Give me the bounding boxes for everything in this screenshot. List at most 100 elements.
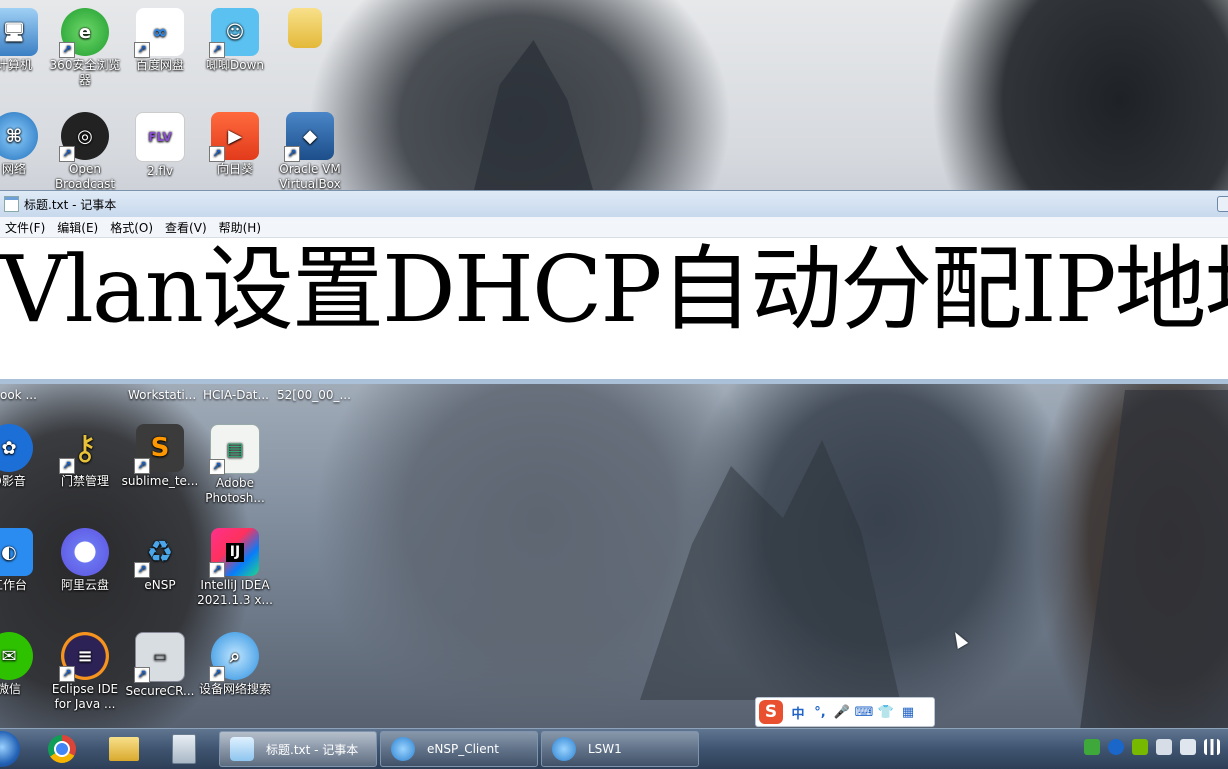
tray-app-icon[interactable] <box>1084 739 1100 755</box>
desktop-icon-folder[interactable] <box>266 8 344 50</box>
computer-icon: 🖥 <box>0 8 38 56</box>
chrome-icon[interactable] <box>42 733 82 765</box>
skin-icon[interactable]: 👕 <box>875 705 897 720</box>
desktop-icon-baidu-netdisk[interactable]: ∞ ↗ 百度网盘 <box>121 8 199 73</box>
desktop-icon-device-search[interactable]: ⌕ ↗ 设备网络搜索 <box>196 632 274 697</box>
desktop-icon-label[interactable]: 52[00_00_... <box>277 388 351 402</box>
desktop-icon-label: 微信 <box>0 682 21 696</box>
device-search-icon: ⌕ ↗ <box>209 632 259 682</box>
jijidown-icon: ☺ ↗ <box>209 8 259 58</box>
desktop-icon-label: 2.flv <box>146 164 174 178</box>
sublime-icon: S ↗ <box>134 424 184 474</box>
desktop-icon-label: Eclipse IDE for Java ... <box>51 682 119 711</box>
taskbar-window-label: 标题.txt - 记事本 <box>266 742 359 757</box>
desktop-icon-sunlogin[interactable]: ▶ ↗ 向日葵 <box>196 112 274 177</box>
desktop-icon-label: IntelliJ IDEA 2021.1.3 x... <box>197 578 273 607</box>
network-icon: ⌘ <box>0 112 38 160</box>
desktop-icon-label: Oracle VM VirtualBox <box>279 162 341 190</box>
desktop-icon-obs[interactable]: ◎ ↗ Open Broadcast <box>46 112 124 190</box>
desktop-icon-label[interactable]: HCIA-Dat... <box>203 388 269 402</box>
wechat-icon: ✉ <box>0 632 33 680</box>
desktop-icon-label: 百度网盘 <box>135 58 184 72</box>
taskbar-window-lsw1[interactable]: LSW1 <box>541 731 699 767</box>
ime-toolbar[interactable]: S 中 °, 🎤 ⌨ 👕 ▦ <box>755 697 935 727</box>
qq-video-icon: ✿ <box>0 424 33 472</box>
securecrt-icon: ▭ ↗ <box>134 632 185 683</box>
desktop-icon-securecrt[interactable]: ▭ ↗ SecureCR... <box>121 632 199 699</box>
intellij-icon: IJ ↗ <box>209 528 259 578</box>
taskbar-window-ensp-client[interactable]: eNSP_Client <box>380 731 538 767</box>
sogou-logo-icon[interactable]: S <box>759 700 783 724</box>
desktop-icon-label: 唧唧Down <box>205 58 264 72</box>
desktop-icon-label: Open Broadcast <box>54 162 116 190</box>
start-button[interactable] <box>0 731 20 767</box>
taskbar-window-label: eNSP_Client <box>427 742 499 756</box>
photoshop-icon: ▤ ↗ <box>209 424 260 475</box>
menu-file[interactable]: 文件(F) <box>0 219 52 236</box>
desktop-icon-label: SecureCR... <box>125 684 195 698</box>
taskbar-window-label: LSW1 <box>588 742 622 756</box>
network-signal-icon[interactable] <box>1204 739 1220 755</box>
window-titlebar[interactable]: 标题.txt - 记事本 <box>0 191 1228 217</box>
baidu-netdisk-icon: ∞ ↗ <box>134 8 184 58</box>
desktop-icon-photoshop[interactable]: ▤ ↗ Adobe Photosh... <box>196 424 274 506</box>
usb-icon[interactable] <box>1180 739 1196 755</box>
desktop-icon-label: 工作台 <box>0 578 27 592</box>
desktop-icon-door-access[interactable]: ⚷ ↗ 门禁管理 <box>46 424 124 489</box>
desktop-icon-label[interactable]: ook ... <box>0 388 37 402</box>
menu-view[interactable]: 查看(V) <box>160 219 214 236</box>
bluetooth-icon[interactable] <box>1108 739 1124 755</box>
desktop-icon-eclipse[interactable]: ≡ ↗ Eclipse IDE for Java ... <box>46 632 124 720</box>
explorer-icon[interactable] <box>104 733 144 765</box>
taskbar-window-notepad[interactable]: 标题.txt - 记事本 <box>219 731 377 767</box>
desktop-icon-sublime[interactable]: S ↗ sublime_te... <box>121 424 199 489</box>
desktop-icon-360-browser[interactable]: e ↗ 360安全浏览器 <box>46 8 124 88</box>
desktop-icon-wechat[interactable]: ✉ 微信 <box>0 632 48 697</box>
desktop-icon-qq-video[interactable]: ✿ Q影音 <box>0 424 48 489</box>
desktop-icon-label: sublime_te... <box>121 474 199 488</box>
virtualbox-icon: ◆ ↗ <box>284 112 334 162</box>
taskbar: 标题.txt - 记事本 eNSP_Client LSW1 <box>0 728 1228 769</box>
desktop-icon-label: eNSP <box>144 578 176 592</box>
mountain-peak <box>640 440 900 700</box>
nvidia-icon[interactable] <box>1132 739 1148 755</box>
browser-360-icon: e ↗ <box>59 8 109 58</box>
minimize-button[interactable] <box>1217 196 1228 212</box>
desktop-icon-jijidown[interactable]: ☺ ↗ 唧唧Down <box>196 8 274 73</box>
toolbox-icon[interactable]: ▦ <box>897 705 919 720</box>
desktop-icon-intellij[interactable]: IJ ↗ IntelliJ IDEA 2021.1.3 x... <box>196 528 274 608</box>
sunlogin-icon: ▶ ↗ <box>209 112 259 162</box>
window-title: 标题.txt - 记事本 <box>24 197 117 212</box>
desktop-icon-flv[interactable]: FLV 2.flv <box>121 112 199 179</box>
menu-help[interactable]: 帮助(H) <box>214 219 268 236</box>
eclipse-icon: ≡ ↗ <box>59 632 109 682</box>
desktop-icon-workbench[interactable]: ◐ 工作台 <box>0 528 48 593</box>
keyboard-icon[interactable]: ⌨ <box>853 705 875 720</box>
menu-bar: 文件(F) 编辑(E) 格式(O) 查看(V) 帮助(H) <box>0 217 1228 238</box>
ensp-icon: ♻ ↗ <box>134 528 184 578</box>
aliyun-drive-icon <box>61 528 109 576</box>
desktop-icon-label: 门禁管理 <box>60 474 109 488</box>
editor-content: Vlan设置DHCP自动分配IP地址 <box>0 238 1228 343</box>
device-icon[interactable] <box>1156 739 1172 755</box>
desktop-icon-label: 向日葵 <box>216 162 253 176</box>
flv-file-icon: FLV <box>135 112 185 162</box>
desktop-icon-ensp[interactable]: ♻ ↗ eNSP <box>121 528 199 593</box>
text-editor-area[interactable]: Vlan设置DHCP自动分配IP地址 <box>0 238 1228 378</box>
microphone-icon[interactable]: 🎤 <box>831 705 853 720</box>
ime-punctuation-icon[interactable]: °, <box>809 705 831 720</box>
menu-format[interactable]: 格式(O) <box>105 219 160 236</box>
desktop-icon-label: 阿里云盘 <box>60 578 109 592</box>
desktop-icon-label[interactable]: Workstati... <box>128 388 196 402</box>
calculator-icon[interactable] <box>164 733 204 765</box>
desktop-icon-aliyun-drive[interactable]: 阿里云盘 <box>46 528 124 593</box>
mountain-peak <box>474 40 593 190</box>
desktop-icon-label: 设备网络搜索 <box>198 682 271 696</box>
system-tray <box>1084 739 1220 755</box>
menu-edit[interactable]: 编辑(E) <box>52 219 105 236</box>
ime-chinese-mode[interactable]: 中 <box>787 703 809 722</box>
desktop-icon-label: 360安全浏览器 <box>49 58 121 87</box>
notepad-window[interactable]: 标题.txt - 记事本 文件(F) 编辑(E) 格式(O) 查看(V) 帮助(… <box>0 190 1228 384</box>
desktop-icon-virtualbox[interactable]: ◆ ↗ Oracle VM VirtualBox <box>271 112 349 190</box>
desktop-icon-label: Q影音 <box>0 474 26 488</box>
